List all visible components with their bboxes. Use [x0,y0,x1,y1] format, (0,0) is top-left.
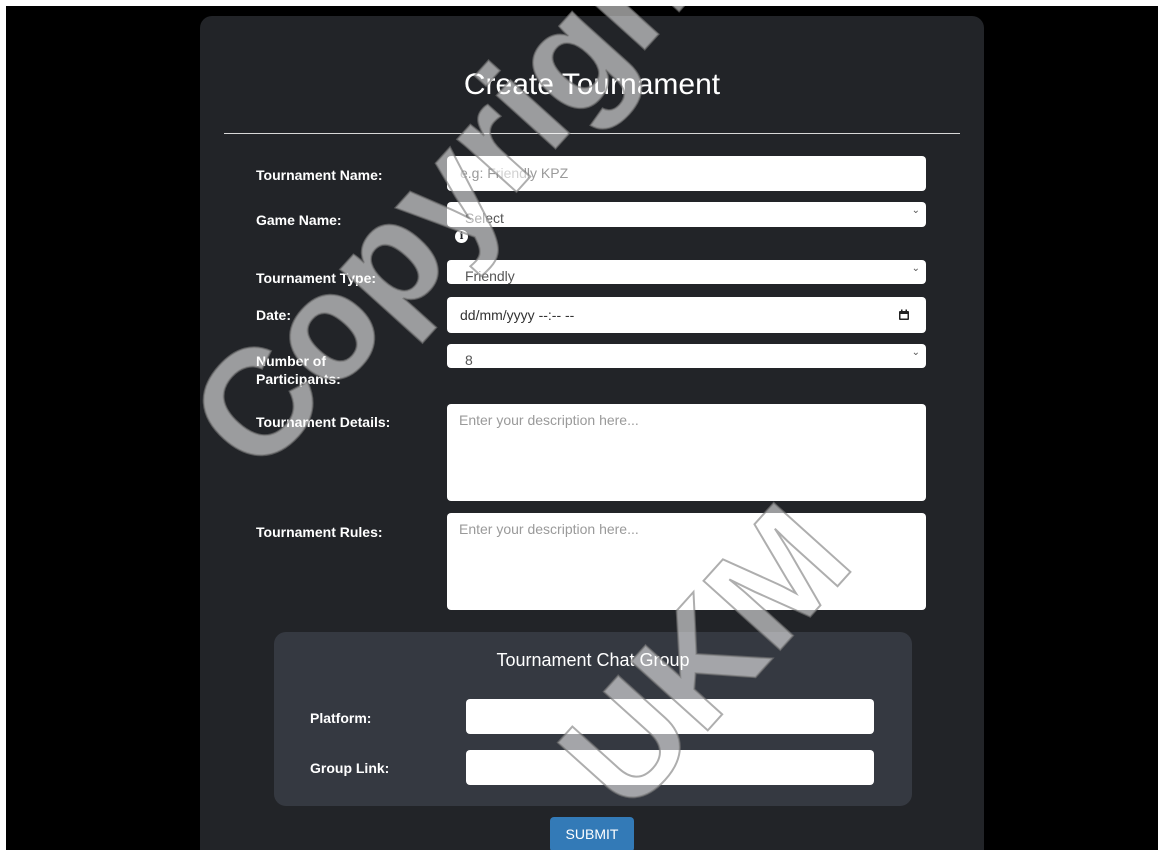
tournament-name-label: Tournament Name: [256,167,383,183]
tournament-details-placeholder: Enter your description here... [459,412,639,428]
tournament-details-label: Tournament Details: [256,414,391,430]
chevron-down-icon: ⌄ [911,263,920,274]
group-link-input[interactable] [466,750,874,785]
group-link-label: Group Link: [310,760,390,776]
tournament-details-textarea[interactable]: Enter your description here... [447,404,926,501]
tournament-name-placeholder: e.g: Friendly KPZ [460,165,569,181]
calendar-icon[interactable] [898,309,910,321]
tournament-type-select[interactable]: Friendly ⌄ [447,260,926,284]
chat-group-panel: Tournament Chat Group Platform: Group Li… [274,632,912,806]
viewport: Create Tournament Tournament Name: e.g: … [6,6,1158,850]
tournament-rules-label: Tournament Rules: [256,524,383,540]
game-name-label: Game Name: [256,212,342,228]
date-value: dd/mm/yyyy --:-- -- [460,307,575,323]
tournament-type-selected: Friendly [465,268,515,284]
participants-label-line2: Participants: [256,371,341,387]
chevron-down-icon: ⌄ [911,347,920,358]
platform-input[interactable] [466,699,874,734]
date-input[interactable]: dd/mm/yyyy --:-- -- [447,297,926,333]
participants-selected: 8 [465,352,473,368]
date-label: Date: [256,307,292,323]
tournament-rules-textarea[interactable]: Enter your description here... [447,513,926,610]
page-title: Create Tournament [463,68,721,101]
platform-label: Platform: [310,710,372,726]
title-divider [224,133,960,134]
create-tournament-card: Create Tournament Tournament Name: e.g: … [200,16,984,850]
tournament-type-label: Tournament Type: [256,270,377,286]
info-icon[interactable]: i [455,230,468,243]
tournament-rules-placeholder: Enter your description here... [459,521,639,537]
participants-label-line1: Number of [256,353,326,369]
participants-label: Number of Participants: [256,352,341,388]
chevron-down-icon: ⌄ [911,205,920,216]
submit-button[interactable]: SUBMIT [550,817,634,850]
game-name-selected: Select [465,210,504,226]
participants-select[interactable]: 8 ⌄ [447,344,926,368]
game-name-select[interactable]: Select ⌄ [447,202,926,227]
tournament-name-input[interactable]: e.g: Friendly KPZ [447,156,926,191]
chat-group-title: Tournament Chat Group [496,650,690,670]
